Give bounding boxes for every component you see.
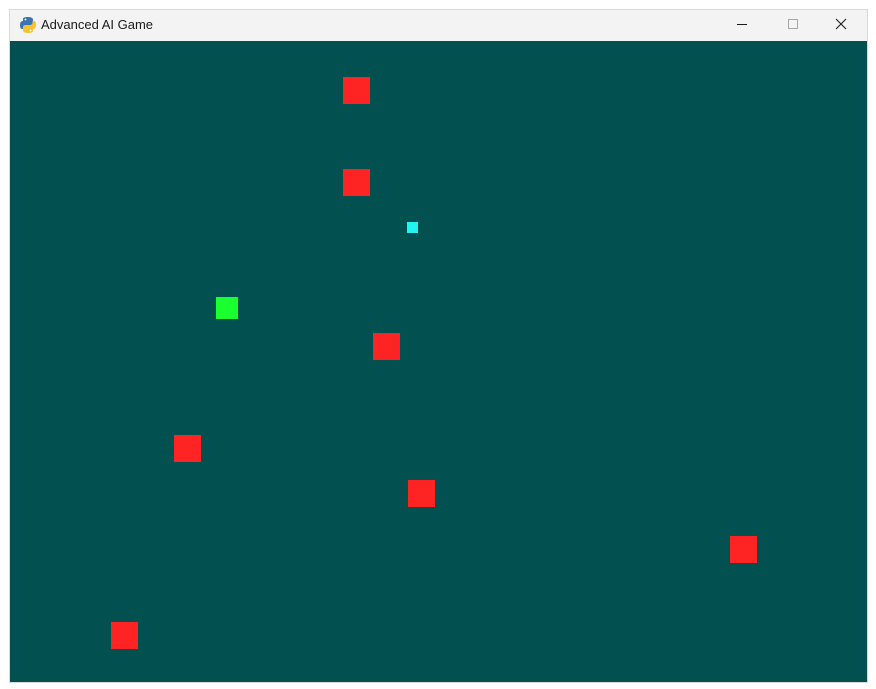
enemy-block: [730, 536, 757, 563]
title-bar[interactable]: Advanced AI Game: [10, 10, 867, 41]
maximize-icon: [787, 17, 799, 35]
player-block: [216, 297, 238, 319]
minimize-icon: [736, 17, 748, 35]
enemy-block: [343, 169, 370, 196]
enemy-block: [343, 77, 370, 104]
game-canvas[interactable]: [10, 41, 867, 682]
game-window: Advanced AI Game: [10, 10, 867, 682]
close-icon: [835, 17, 847, 35]
enemy-block: [111, 622, 138, 649]
minimize-button[interactable]: [719, 10, 765, 41]
pygame-snake-icon[interactable]: [19, 16, 37, 34]
enemy-block: [174, 435, 201, 462]
enemy-block: [408, 480, 435, 507]
window-title: Advanced AI Game: [41, 17, 154, 32]
enemy-block: [373, 333, 400, 360]
pickup-item: [407, 222, 418, 233]
maximize-button[interactable]: [770, 10, 816, 41]
close-button[interactable]: [818, 10, 864, 41]
